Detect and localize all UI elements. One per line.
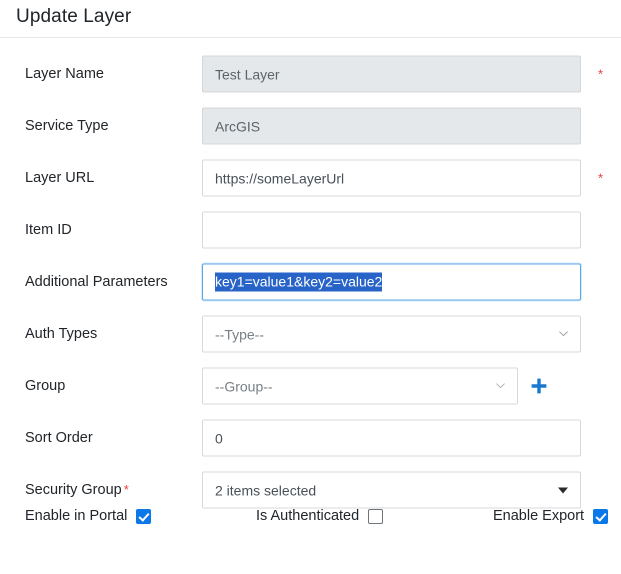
form-row-group: Group --Group--	[0, 360, 621, 412]
required-asterisk-security-group: *	[123, 481, 129, 497]
sort-order-input[interactable]: 0	[202, 419, 581, 457]
additional-parameters-value: key1=value1&key2=value2	[215, 272, 383, 292]
page-title: Update Layer	[16, 6, 132, 27]
chevron-down-icon	[558, 327, 569, 338]
group-value: --Group--	[215, 378, 273, 394]
label-group: Group	[25, 377, 66, 394]
service-type-value: ArcGIS	[215, 118, 261, 134]
update-layer-dialog: Update Layer Layer Name Test Layer * Ser…	[0, 0, 621, 574]
checkbox-input-is-authenticated[interactable]	[368, 508, 384, 524]
label-layer-url: Layer URL	[25, 169, 95, 186]
checkbox-row: Enable in Portal Is Authenticated Enable…	[0, 496, 621, 536]
chevron-down-icon	[495, 379, 506, 390]
label-service-type: Service Type	[25, 117, 109, 134]
form-row-additional-parameters: Additional Parameters key1=value1&key2=v…	[0, 256, 621, 308]
checkbox-is-authenticated[interactable]: Is Authenticated	[256, 496, 384, 536]
label-sort-order: Sort Order	[25, 429, 93, 446]
layer-name-input[interactable]: Test Layer	[202, 55, 581, 93]
layer-url-input[interactable]: https://someLayerUrl	[202, 159, 581, 197]
checkbox-label-is-authenticated: Is Authenticated	[256, 507, 360, 524]
form-row-service-type: Service Type ArcGIS	[0, 100, 621, 152]
service-type-input[interactable]: ArcGIS	[202, 107, 581, 145]
auth-types-select[interactable]: --Type--	[202, 315, 581, 353]
additional-parameters-input[interactable]: key1=value1&key2=value2	[202, 263, 581, 301]
dialog-header: Update Layer	[0, 0, 621, 38]
form-row-item-id: Item ID	[0, 204, 621, 256]
required-asterisk-layer-name: *	[598, 66, 604, 82]
sort-order-value: 0	[215, 430, 223, 446]
item-id-input[interactable]	[202, 211, 581, 249]
form-row-sort-order: Sort Order 0	[0, 412, 621, 464]
checkbox-input-enable-export[interactable]	[593, 508, 609, 524]
form-row-auth-types: Auth Types --Type--	[0, 308, 621, 360]
required-asterisk-layer-url: *	[598, 170, 604, 186]
layer-name-value: Test Layer	[215, 66, 280, 82]
label-layer-name: Layer Name	[25, 65, 104, 82]
label-auth-types: Auth Types	[25, 325, 98, 342]
checkbox-enable-export[interactable]: Enable Export	[493, 496, 609, 536]
checkbox-input-enable-in-portal[interactable]	[136, 508, 152, 524]
layer-url-value: https://someLayerUrl	[215, 170, 345, 186]
auth-types-value: --Type--	[215, 326, 264, 342]
form-row-layer-url: Layer URL https://someLayerUrl *	[0, 152, 621, 204]
checkbox-enable-in-portal[interactable]: Enable in Portal	[25, 496, 152, 536]
label-additional-parameters: Additional Parameters	[25, 273, 168, 290]
checkbox-label-enable-export: Enable Export	[493, 507, 585, 524]
caret-down-icon	[558, 487, 568, 493]
group-select[interactable]: --Group--	[202, 367, 518, 405]
form-row-layer-name: Layer Name Test Layer *	[0, 48, 621, 100]
add-group-button[interactable]	[529, 376, 549, 396]
layer-form: Layer Name Test Layer * Service Type Arc…	[0, 38, 621, 574]
label-item-id: Item ID	[25, 221, 72, 238]
checkbox-label-enable-in-portal: Enable in Portal	[25, 507, 128, 524]
